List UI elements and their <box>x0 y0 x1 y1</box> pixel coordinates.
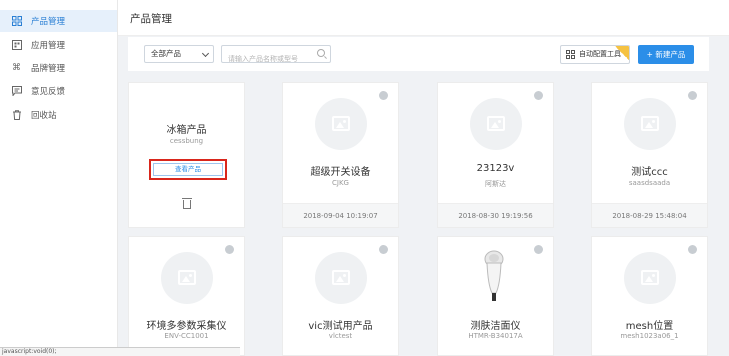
view-product-button[interactable]: 查看产品 <box>153 163 223 176</box>
product-code: saasdsaada <box>628 179 671 187</box>
product-card[interactable]: mesh位置 mesh1023a06_1 <box>591 236 708 356</box>
header: 产品管理 <box>118 0 729 36</box>
sidebar-item-label: 意见反馈 <box>31 87 66 97</box>
product-name: vic测试用产品 <box>308 321 373 332</box>
search-input[interactable] <box>222 51 314 67</box>
product-card[interactable]: vic测试用产品 vlctest <box>282 236 399 356</box>
product-card[interactable]: 冰箱产品 cessbung 查看产品 <box>128 82 245 228</box>
product-code: cessbung <box>169 137 204 145</box>
status-bar: javascript:void(0); <box>0 347 240 356</box>
sidebar: 产品管理 应用管理 ⌘ 品牌管理 意见反馈 回收站 <box>0 0 118 356</box>
settings-dot-icon[interactable] <box>534 245 543 254</box>
cleanser-device-image <box>484 250 504 301</box>
settings-dot-icon[interactable] <box>379 245 388 254</box>
image-placeholder-icon <box>624 98 676 150</box>
chevron-down-icon <box>201 49 210 58</box>
grid-icon <box>12 16 22 26</box>
product-date: 2018-09-04 10:19:07 <box>283 203 398 227</box>
new-product-button[interactable]: + 新建产品 <box>638 45 694 64</box>
product-code: vlctest <box>328 332 353 340</box>
product-name: 冰箱产品 <box>166 125 207 136</box>
message-icon <box>12 86 22 97</box>
product-card[interactable]: 超级开关设备 CJKG 2018-09-04 10:19:07 <box>282 82 399 228</box>
page-title: 产品管理 <box>130 13 172 25</box>
app-icon <box>12 40 22 50</box>
sidebar-item-product-management[interactable]: 产品管理 <box>0 10 117 32</box>
product-code: CJKG <box>332 179 349 187</box>
product-code: mesh1023a06_1 <box>620 332 679 340</box>
image-placeholder-icon <box>161 252 213 304</box>
product-name: 测试ccc <box>631 167 668 178</box>
product-filter-select[interactable]: 全部产品 <box>144 45 214 63</box>
product-name: 23123v <box>476 163 515 174</box>
sidebar-item-app-management[interactable]: 应用管理 <box>0 34 117 56</box>
product-code: 阿斯达 <box>485 180 506 188</box>
settings-dot-icon[interactable] <box>379 91 388 100</box>
product-code: ENV-CC1001 <box>164 332 209 340</box>
product-name: mesh位置 <box>625 321 674 332</box>
sidebar-item-recycle-bin[interactable]: 回收站 <box>0 104 117 126</box>
image-placeholder-icon <box>315 98 367 150</box>
sidebar-item-label: 品牌管理 <box>31 64 66 74</box>
product-filter-value: 全部产品 <box>151 49 181 58</box>
product-code: HTMR-B34017A <box>468 332 523 340</box>
grid-icon <box>566 50 575 59</box>
product-card[interactable]: 23123v 阿斯达 2018-08-30 19:19:56 <box>437 82 554 228</box>
product-card[interactable]: 测试ccc saasdsaada 2018-08-29 15:48:04 <box>591 82 708 228</box>
settings-dot-icon[interactable] <box>688 245 697 254</box>
product-name: 环境多参数采集仪 <box>146 321 227 332</box>
auto-config-tool-button[interactable]: 自动配置工具 <box>560 45 630 64</box>
view-product-highlight: 查看产品 <box>149 159 227 180</box>
sidebar-item-label: 应用管理 <box>31 41 66 51</box>
product-card[interactable]: 测肤洁面仪 HTMR-B34017A <box>437 236 554 356</box>
product-name: 超级开关设备 <box>310 167 371 178</box>
image-placeholder-icon <box>624 252 676 304</box>
image-placeholder-icon <box>470 98 522 150</box>
new-badge <box>615 46 629 60</box>
search-icon[interactable] <box>317 49 325 57</box>
command-icon: ⌘ <box>12 63 21 73</box>
settings-dot-icon[interactable] <box>225 245 234 254</box>
trash-icon <box>12 110 22 120</box>
sidebar-item-feedback[interactable]: 意见反馈 <box>0 80 117 102</box>
settings-dot-icon[interactable] <box>534 91 543 100</box>
sidebar-item-label: 回收站 <box>31 111 57 121</box>
sidebar-item-brand-management[interactable]: ⌘ 品牌管理 <box>0 57 117 79</box>
settings-dot-icon[interactable] <box>688 91 697 100</box>
sidebar-item-label: 产品管理 <box>31 17 66 27</box>
product-date: 2018-08-30 19:19:56 <box>438 203 553 227</box>
product-card[interactable]: 环境多参数采集仪 ENV-CC1001 <box>128 236 245 356</box>
product-name: 测肤洁面仪 <box>470 321 521 332</box>
image-placeholder-icon <box>315 252 367 304</box>
product-date: 2018-08-29 15:48:04 <box>592 203 707 227</box>
delete-icon[interactable] <box>182 198 192 209</box>
toolbar: 全部产品 自动配置工具 + 新建产品 <box>128 37 709 71</box>
search-box <box>221 45 331 67</box>
